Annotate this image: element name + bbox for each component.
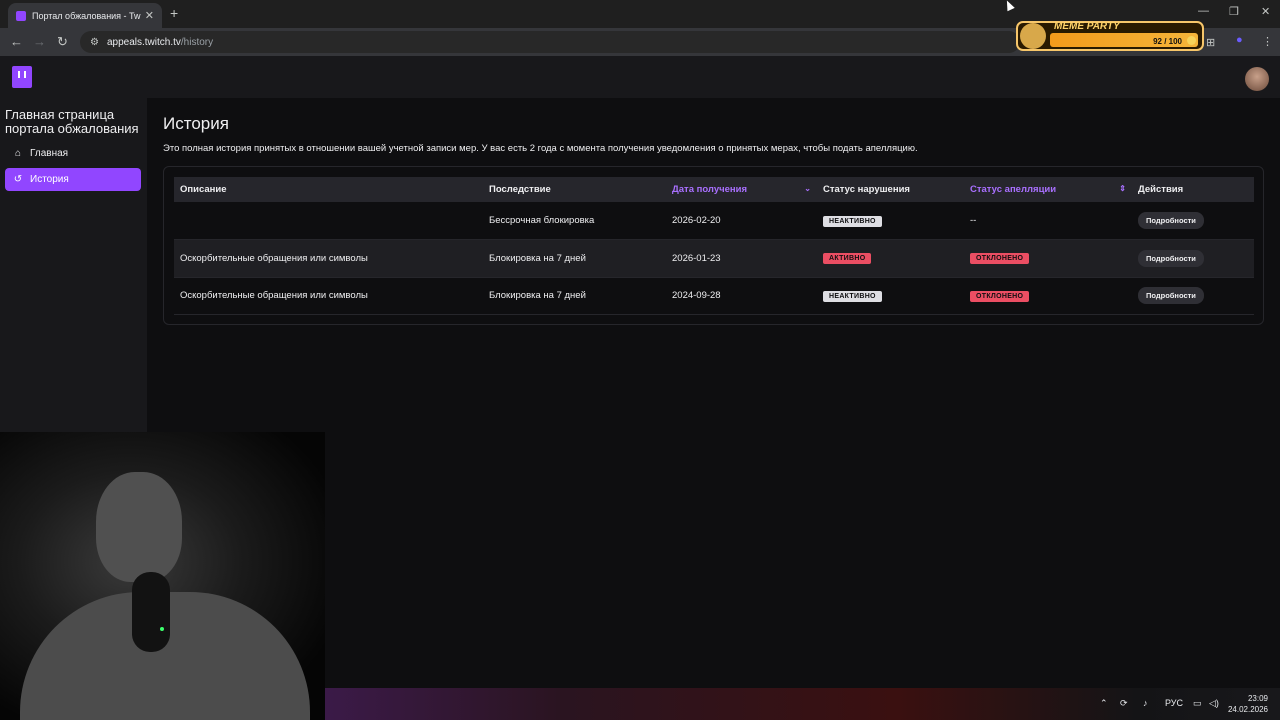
sidebar-item-home[interactable]: ⌂ Главная <box>5 142 141 165</box>
appeal-badge: ОТКЛОНЕНО <box>970 253 1030 265</box>
details-button[interactable]: Подробности <box>1138 212 1204 229</box>
column-header-appeal[interactable]: Статус апелляции ⇕ <box>964 177 1132 202</box>
cell-appeal: ОТКЛОНЕНО <box>964 277 1132 315</box>
cell-date: 2026-01-23 <box>672 252 721 264</box>
chevron-down-icon: ⌄ <box>804 184 811 193</box>
cell-date: 2026-02-20 <box>672 215 721 226</box>
sidebar-item-history[interactable]: ↺ История <box>5 168 141 191</box>
back-icon[interactable]: ← <box>10 34 23 49</box>
mic-led <box>160 627 164 631</box>
profile-extension-icon[interactable]: ● <box>1236 34 1243 46</box>
url-path: /history <box>180 36 214 48</box>
page-description: Это полная история принятых в отношении … <box>163 143 918 154</box>
network-icon[interactable]: ▭ <box>1193 698 1202 709</box>
avatar[interactable] <box>1245 67 1269 91</box>
taskbar-clock[interactable]: 23:09 24.02.2026 <box>1226 693 1268 715</box>
table-row: Оскорбительные обращения или символы Бло… <box>174 277 1254 315</box>
cell-violation: АКТИВНО <box>817 240 964 278</box>
minimize-icon[interactable]: — <box>1198 5 1209 17</box>
clock-date: 24.02.2026 <box>1227 705 1268 714</box>
webcam-overlay <box>0 432 325 720</box>
twitch-logo-icon[interactable] <box>12 66 32 88</box>
column-header-consequence: Последствие <box>489 184 551 195</box>
microphone <box>132 572 170 652</box>
column-header-actions: Действия <box>1138 184 1184 195</box>
status-badge: НЕАКТИВНО <box>823 290 882 302</box>
cell-violation: НЕАКТИВНО <box>817 202 964 240</box>
reload-icon[interactable]: ↻ <box>57 34 68 50</box>
close-window-icon[interactable]: ✕ <box>1261 5 1270 18</box>
sync-icon[interactable]: ⟳ <box>1120 698 1128 709</box>
column-header-description: Описание <box>180 184 227 195</box>
cell-description: Оскорбительные обращения или символы <box>180 290 368 302</box>
clock-time: 23:09 <box>1247 694 1268 703</box>
sidebar-item-label: Главная <box>30 148 69 159</box>
cell-action: Подробности <box>1132 277 1254 315</box>
maximize-icon[interactable]: ❐ <box>1229 5 1239 18</box>
page-title: История <box>163 114 229 133</box>
history-table: Описание Последствие Дата получения ⌄ Ста… <box>174 177 1254 315</box>
table-header-row: Описание Последствие Дата получения ⌄ Ста… <box>174 177 1254 202</box>
mic-tray-icon[interactable]: ♪ <box>1143 698 1148 708</box>
site-settings-icon[interactable]: ⚙ <box>90 37 99 48</box>
cell-appeal: -- <box>970 215 977 226</box>
meme-party-count: 92 / 100 <box>1153 37 1182 46</box>
column-header-violation: Статус нарушения <box>823 184 910 195</box>
status-badge: НЕАКТИВНО <box>823 215 882 227</box>
url-host: appeals.twitch.tv <box>106 36 181 48</box>
table-row: Оскорбительные обращения или символы Бло… <box>174 239 1254 278</box>
cell-action: Подробности <box>1132 202 1254 240</box>
meme-party-label: MEME PARTY <box>1054 21 1120 32</box>
browser-tab[interactable]: Портал обжалования - Twitch ✕ <box>8 3 162 28</box>
column-header-appeal-label: Статус апелляции <box>970 184 1057 195</box>
details-button[interactable]: Подробности <box>1138 249 1204 267</box>
language-indicator[interactable]: РУС <box>1165 698 1183 708</box>
tab-close-icon[interactable]: ✕ <box>145 9 154 22</box>
history-icon: ↺ <box>13 174 23 185</box>
tray-chevron-icon[interactable]: ⌃ <box>1100 698 1108 709</box>
cell-appeal: ОТКЛОНЕНО <box>964 240 1132 278</box>
meme-party-widget[interactable]: MEME PARTY 92 / 100 <box>1016 21 1204 51</box>
column-header-date[interactable]: Дата получения ⌄ <box>666 177 817 202</box>
extension-icon[interactable]: ⊞ <box>1206 36 1215 49</box>
coin-icon <box>1187 36 1196 45</box>
cell-description <box>174 202 483 240</box>
sidebar: Главная страница портала обжалования ⌂ Г… <box>0 98 147 432</box>
site-header <box>0 56 1280 98</box>
forward-icon[interactable]: → <box>33 34 46 49</box>
tab-title: Портал обжалования - Twitch <box>32 10 141 21</box>
cell-consequence: Бессрочная блокировка <box>489 215 595 226</box>
sort-icon: ⇕ <box>1119 184 1126 193</box>
appeal-badge: ОТКЛОНЕНО <box>970 290 1030 302</box>
sidebar-title: Главная страница портала обжалования <box>5 107 139 136</box>
new-tab-button[interactable]: + <box>170 5 178 21</box>
cell-action: Подробности <box>1132 240 1254 278</box>
menu-icon[interactable]: ⋮ <box>1262 35 1273 48</box>
status-badge: АКТИВНО <box>823 253 872 265</box>
column-header-date-label: Дата получения <box>672 184 748 195</box>
cell-consequence: Блокировка на 7 дней <box>489 252 586 264</box>
cell-violation: НЕАКТИВНО <box>817 277 964 315</box>
volume-icon[interactable]: ◁) <box>1209 698 1219 709</box>
streamer-head <box>96 472 182 582</box>
home-icon: ⌂ <box>14 148 22 159</box>
table-row: Бессрочная блокировка 2026-02-20 НЕАКТИВ… <box>174 202 1254 240</box>
cell-date: 2024-09-28 <box>672 290 721 302</box>
url-input[interactable]: ⚙ appeals.twitch.tv/history <box>80 31 1020 53</box>
details-button[interactable]: Подробности <box>1138 287 1204 305</box>
history-panel: Описание Последствие Дата получения ⌄ Ста… <box>163 166 1264 325</box>
cell-description: Оскорбительные обращения или символы <box>180 252 368 264</box>
taskbar: ⌃ ⟳ ♪ РУС ▭ ◁) <box>325 688 1280 720</box>
doge-icon <box>1020 23 1046 49</box>
cell-consequence: Блокировка на 7 дней <box>489 290 586 302</box>
sidebar-item-label: История <box>30 174 69 185</box>
twitch-favicon-icon <box>16 10 26 21</box>
